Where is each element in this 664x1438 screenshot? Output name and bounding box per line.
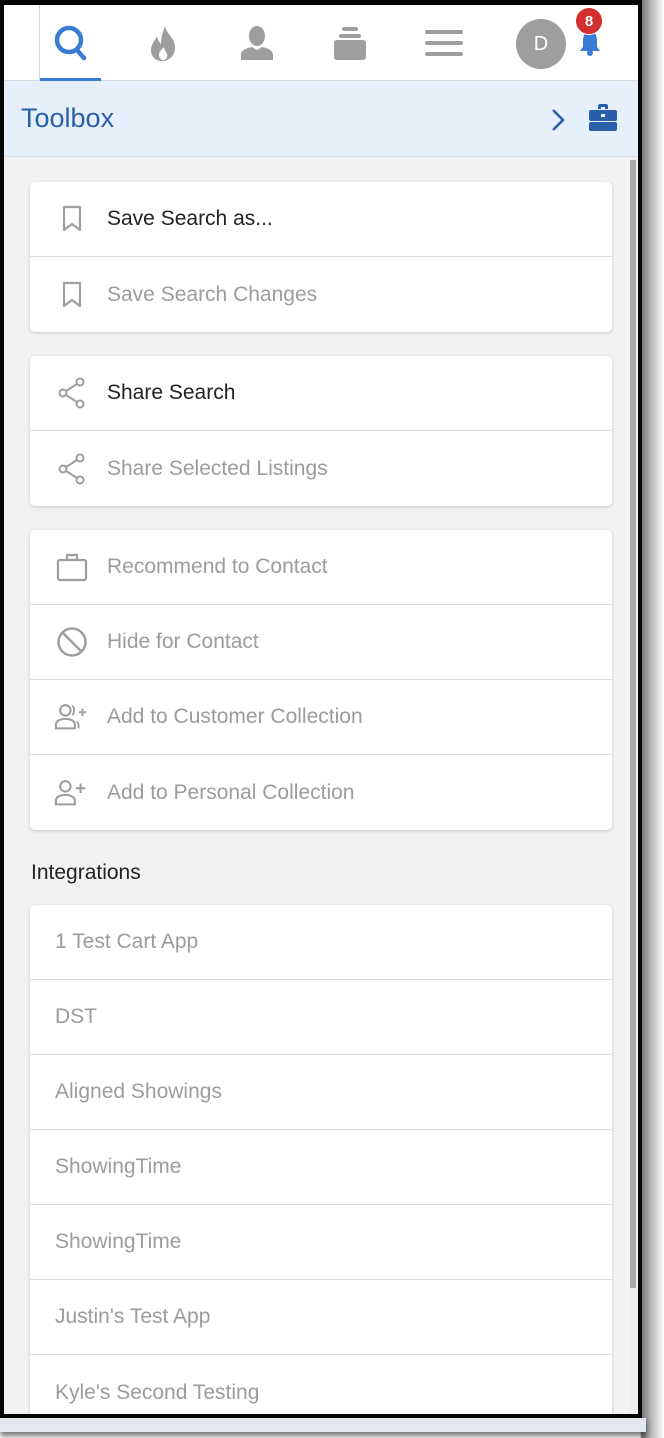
nav-collections-tab[interactable]: [319, 5, 381, 81]
app-window: D 8 Toolbox Save Search as... Save Searc…: [0, 0, 642, 1418]
stack-icon: [334, 27, 366, 60]
briefcase-outline-icon: [54, 549, 90, 585]
notification-count-badge: 8: [575, 7, 603, 35]
integration-label: Kyle's Second Testing: [55, 1380, 260, 1404]
share-selected-listings-label: Share Selected Listings: [107, 456, 328, 480]
integrations-heading: Integrations: [31, 861, 141, 884]
nav-menu-tab[interactable]: [413, 5, 475, 81]
add-to-personal-collection-button[interactable]: Add to Personal Collection: [30, 755, 612, 830]
hide-for-contact-label: Hide for Contact: [107, 630, 259, 653]
search-icon: [54, 25, 86, 61]
flame-icon: [151, 26, 176, 61]
chevron-right-icon[interactable]: [550, 108, 566, 132]
toolbox-title: Toolbox: [21, 103, 115, 133]
share-actions-card: Share Search Share Selected Listings: [30, 356, 612, 506]
share-search-label: Share Search: [107, 381, 236, 404]
integrations-list: 1 Test Cart App DST Aligned Showings Sho…: [30, 905, 612, 1414]
avatar-initial: D: [533, 32, 549, 55]
integration-item[interactable]: Aligned Showings: [30, 1055, 612, 1130]
toolbox-header: Toolbox: [4, 81, 638, 157]
save-search-as-label: Save Search as...: [107, 207, 273, 230]
save-search-changes-button[interactable]: Save Search Changes: [30, 257, 612, 332]
share-search-button[interactable]: Share Search: [30, 356, 612, 431]
recommend-to-contact-button[interactable]: Recommend to Contact: [30, 530, 612, 605]
scrollbar-thumb[interactable]: [630, 160, 636, 1288]
add-to-customer-collection-button[interactable]: Add to Customer Collection: [30, 680, 612, 755]
integration-item[interactable]: 1 Test Cart App: [30, 905, 612, 980]
person-icon: [241, 26, 273, 60]
toolbox-content[interactable]: Save Search as... Save Search Changes Sh…: [4, 158, 638, 1414]
share-icon: [54, 451, 90, 487]
user-avatar[interactable]: D: [516, 19, 566, 69]
integration-label: Justin's Test App: [55, 1305, 211, 1328]
share-selected-listings-button[interactable]: Share Selected Listings: [30, 431, 612, 506]
integration-label: 1 Test Cart App: [55, 930, 199, 953]
save-search-as-button[interactable]: Save Search as...: [30, 182, 612, 257]
hide-for-contact-button[interactable]: Hide for Contact: [30, 605, 612, 680]
add-to-personal-collection-label: Add to Personal Collection: [107, 780, 355, 804]
nav-hot-sheet-tab[interactable]: [132, 5, 194, 81]
integration-label: DST: [55, 1005, 97, 1028]
briefcase-icon[interactable]: [588, 103, 618, 131]
top-navigation: D 8: [4, 5, 638, 81]
bookmark-icon: [54, 277, 90, 313]
add-to-customer-collection-label: Add to Customer Collection: [107, 705, 363, 728]
hamburger-menu-icon: [425, 30, 463, 56]
integration-label: Aligned Showings: [55, 1080, 222, 1103]
nav-search-tab[interactable]: [39, 5, 101, 81]
save-search-changes-label: Save Search Changes: [107, 282, 318, 306]
window-bottom-edge: [0, 1418, 646, 1432]
save-actions-card: Save Search as... Save Search Changes: [30, 182, 612, 332]
integration-item[interactable]: ShowingTime: [30, 1205, 612, 1280]
integration-label: ShowingTime: [55, 1155, 182, 1178]
integration-item[interactable]: ShowingTime: [30, 1130, 612, 1205]
integration-label: ShowingTime: [55, 1230, 182, 1253]
integration-item[interactable]: Kyle's Second Testing: [30, 1355, 612, 1414]
integration-item[interactable]: DST: [30, 980, 612, 1055]
nav-contacts-tab[interactable]: [226, 5, 288, 81]
integration-item[interactable]: Justin's Test App: [30, 1280, 612, 1355]
contact-actions-card: Recommend to Contact Hide for Contact Ad…: [30, 530, 612, 830]
block-icon: [54, 624, 90, 660]
add-user-icon: [54, 775, 90, 811]
share-icon: [54, 375, 90, 411]
bookmark-icon: [54, 201, 90, 237]
add-users-icon: [54, 699, 90, 735]
recommend-to-contact-label: Recommend to Contact: [107, 555, 328, 578]
